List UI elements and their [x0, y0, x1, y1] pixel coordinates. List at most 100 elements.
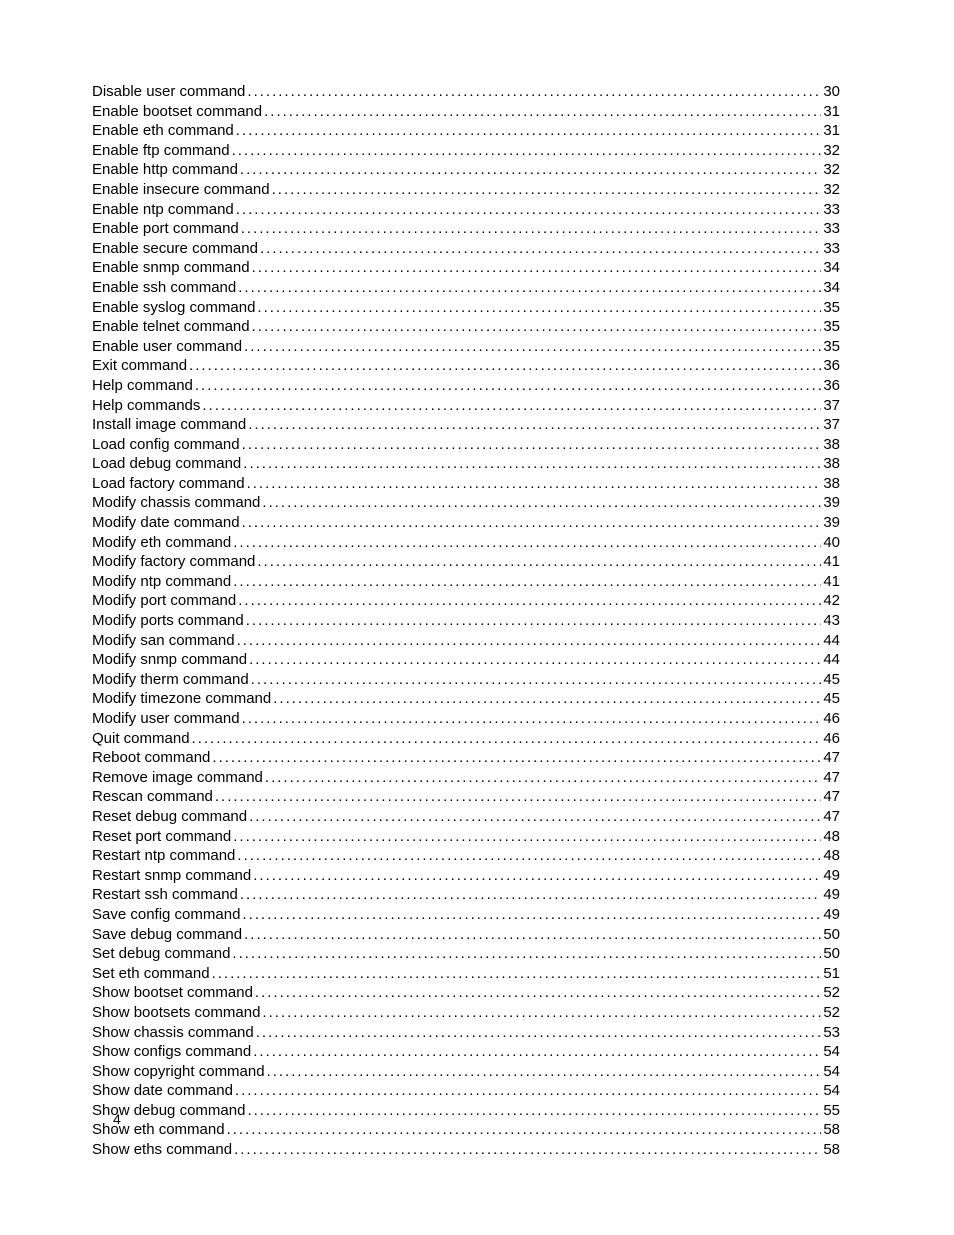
toc-entry-page: 45	[823, 670, 840, 690]
toc-entry-label: Remove image command	[92, 768, 263, 788]
toc-entry-page: 37	[823, 396, 840, 416]
toc-entry-label: Modify snmp command	[92, 650, 247, 670]
toc-dot-leader: ........................................…	[238, 591, 821, 611]
toc-entry-page: 54	[823, 1081, 840, 1101]
toc-dot-leader: ........................................…	[249, 650, 821, 670]
toc-entry-label: Enable telnet command	[92, 317, 250, 337]
toc-entry: Reboot command..........................…	[92, 748, 840, 768]
toc-dot-leader: ........................................…	[260, 239, 821, 259]
toc-entry: Show eths command.......................…	[92, 1140, 840, 1160]
toc-dot-leader: ........................................…	[252, 317, 822, 337]
toc-dot-leader: ........................................…	[246, 611, 822, 631]
toc-entry-label: Exit command	[92, 356, 187, 376]
toc-entry-label: Show bootset command	[92, 983, 253, 1003]
toc-entry-label: Load config command	[92, 435, 240, 455]
toc-dot-leader: ........................................…	[257, 552, 821, 572]
toc-entry-label: Modify date command	[92, 513, 240, 533]
toc-entry: Enable ssh command......................…	[92, 278, 840, 298]
toc-entry-page: 52	[823, 983, 840, 1003]
toc-entry: Show configs command....................…	[92, 1042, 840, 1062]
toc-entry: Modify port command.....................…	[92, 591, 840, 611]
toc-dot-leader: ........................................…	[267, 1062, 822, 1082]
toc-dot-leader: ........................................…	[265, 768, 821, 788]
toc-entry-page: 34	[823, 278, 840, 298]
toc-dot-leader: ........................................…	[256, 1023, 822, 1043]
toc-dot-leader: ........................................…	[247, 474, 822, 494]
toc-entry-label: Help commands	[92, 396, 200, 416]
toc-entry-page: 54	[823, 1062, 840, 1082]
toc-entry: Modify san command......................…	[92, 631, 840, 651]
toc-entry-label: Rescan command	[92, 787, 213, 807]
toc-entry-label: Enable ftp command	[92, 141, 230, 161]
toc-entry-page: 47	[823, 748, 840, 768]
toc-dot-leader: ........................................…	[238, 278, 821, 298]
toc-dot-leader: ........................................…	[255, 983, 821, 1003]
toc-entry-page: 50	[823, 925, 840, 945]
toc-entry-page: 35	[823, 337, 840, 357]
toc-entry: Modify user command.....................…	[92, 709, 840, 729]
toc-entry: Enable ntp command......................…	[92, 200, 840, 220]
toc-dot-leader: ........................................…	[251, 670, 822, 690]
toc-entry: Modify chassis command..................…	[92, 493, 840, 513]
toc-entry: Enable snmp command.....................…	[92, 258, 840, 278]
toc-dot-leader: ........................................…	[233, 827, 821, 847]
toc-entry-label: Set debug command	[92, 944, 230, 964]
toc-entry: Reset port command......................…	[92, 827, 840, 847]
toc-entry-page: 38	[823, 435, 840, 455]
toc-entry-label: Modify chassis command	[92, 493, 260, 513]
toc-dot-leader: ........................................…	[233, 572, 821, 592]
toc-entry: Show debug command......................…	[92, 1101, 840, 1121]
toc-dot-leader: ........................................…	[234, 1140, 821, 1160]
toc-entry-page: 32	[823, 160, 840, 180]
toc-dot-leader: ........................................…	[215, 787, 821, 807]
toc-dot-leader: ........................................…	[233, 533, 821, 553]
toc-entry: Enable eth command......................…	[92, 121, 840, 141]
toc-entry-label: Disable user command	[92, 82, 245, 102]
toc-entry-label: Save debug command	[92, 925, 242, 945]
toc-dot-leader: ........................................…	[244, 925, 821, 945]
toc-entry-page: 50	[823, 944, 840, 964]
toc-entry-label: Enable user command	[92, 337, 242, 357]
toc-entry-page: 31	[823, 102, 840, 122]
toc-entry-label: Load factory command	[92, 474, 245, 494]
toc-dot-leader: ........................................…	[247, 82, 821, 102]
toc-entry-page: 46	[823, 709, 840, 729]
toc-entry-label: Save config command	[92, 905, 240, 925]
toc-entry-page: 47	[823, 787, 840, 807]
toc-entry: Help commands...........................…	[92, 396, 840, 416]
toc-dot-leader: ........................................…	[242, 513, 822, 533]
toc-dot-leader: ........................................…	[212, 964, 822, 984]
toc-entry-page: 49	[823, 885, 840, 905]
toc-entry: Rescan command..........................…	[92, 787, 840, 807]
toc-entry-label: Enable snmp command	[92, 258, 250, 278]
toc-dot-leader: ........................................…	[236, 121, 822, 141]
toc-entry: Modify timezone command.................…	[92, 689, 840, 709]
toc-entry: Modify ntp command......................…	[92, 572, 840, 592]
toc-dot-leader: ........................................…	[242, 709, 822, 729]
toc-entry-label: Restart ssh command	[92, 885, 238, 905]
toc-entry-page: 39	[823, 493, 840, 513]
toc-entry-page: 34	[823, 258, 840, 278]
toc-entry-label: Modify ntp command	[92, 572, 231, 592]
toc-entry: Modify snmp command.....................…	[92, 650, 840, 670]
toc-entry: Modify therm command....................…	[92, 670, 840, 690]
toc-entry-label: Set eth command	[92, 964, 210, 984]
toc-entry: Save debug command......................…	[92, 925, 840, 945]
toc-entry: Show copyright command..................…	[92, 1062, 840, 1082]
toc-entry-page: 38	[823, 474, 840, 494]
toc-entry-label: Restart ntp command	[92, 846, 235, 866]
toc-entry-page: 41	[823, 552, 840, 572]
toc-dot-leader: ........................................…	[237, 631, 822, 651]
toc-entry: Show bootset command....................…	[92, 983, 840, 1003]
toc-entry-page: 49	[823, 905, 840, 925]
toc-dot-leader: ........................................…	[202, 396, 821, 416]
toc-entry-page: 58	[823, 1140, 840, 1160]
toc-entry-page: 46	[823, 729, 840, 749]
toc-dot-leader: ........................................…	[232, 141, 822, 161]
toc-entry-label: Reboot command	[92, 748, 210, 768]
toc-entry: Save config command.....................…	[92, 905, 840, 925]
toc-entry-label: Show date command	[92, 1081, 233, 1101]
toc-entry-page: 48	[823, 827, 840, 847]
toc-dot-leader: ........................................…	[272, 180, 822, 200]
toc-entry: Restart snmp command....................…	[92, 866, 840, 886]
